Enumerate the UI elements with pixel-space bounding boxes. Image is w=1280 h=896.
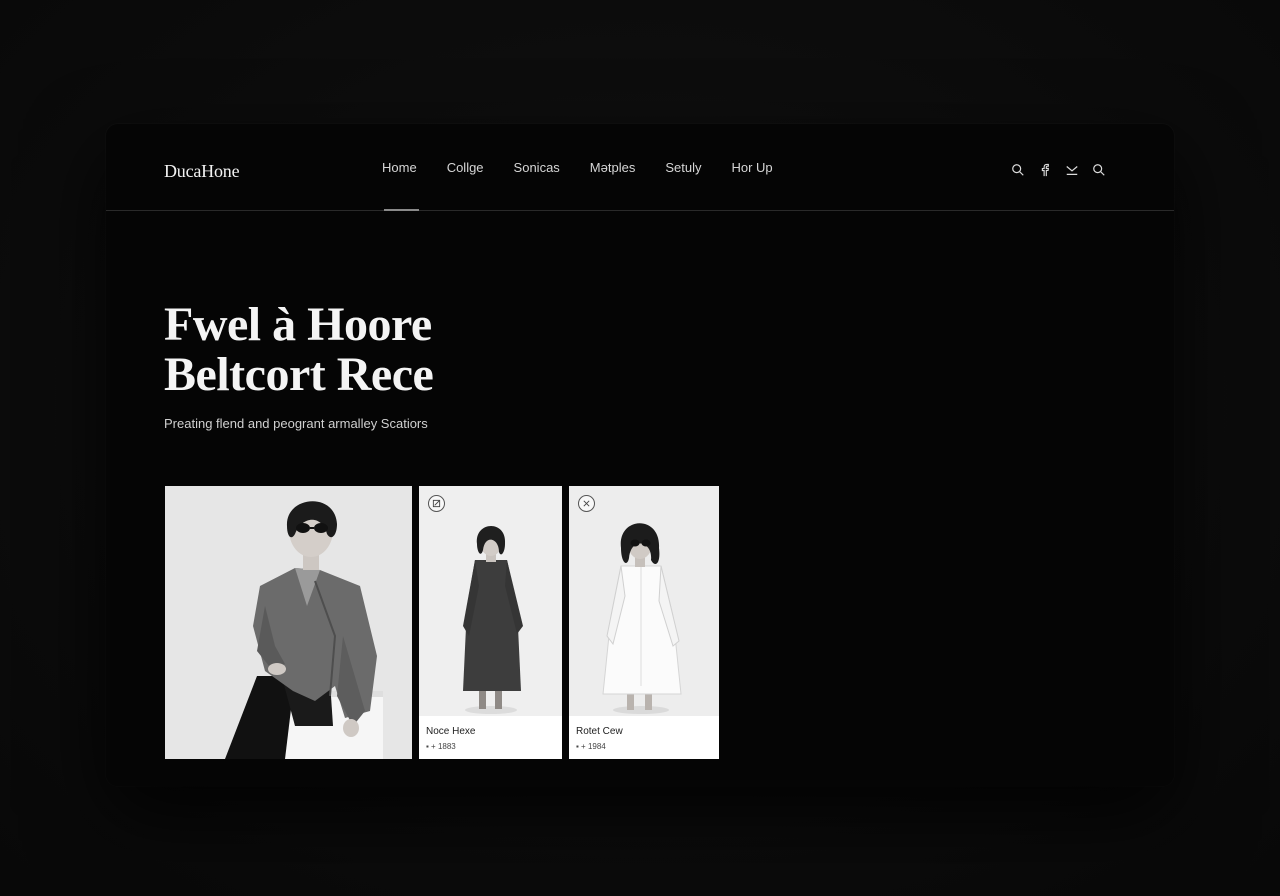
gallery-card-featured[interactable] [165,486,412,759]
edit-icon[interactable] [428,495,445,512]
model-photo [419,486,562,716]
gallery-card-product[interactable]: Noce Hexe ▪ + 1883 [419,486,562,759]
model-photo [165,486,412,759]
nav-item-metples[interactable]: Mətples [575,124,651,211]
facebook-icon[interactable] [1037,162,1052,177]
product-meta: ▪ + 1984 [576,742,606,751]
desktop-backdrop: DucaHone Home Collge Sonicas Mətples Set… [0,0,1280,896]
hero-subtitle: Preating flend and peogrant armalley Sca… [164,416,428,431]
hero-title-line-1: Fwel à Hoore [164,298,432,351]
brand-logo[interactable]: DucaHone [164,161,240,182]
mail-icon[interactable] [1064,162,1079,177]
product-name: Rotet Cew [576,726,623,737]
main-nav: Home Collge Sonicas Mətples Setuly Hor U… [382,124,788,211]
gallery-card-product[interactable]: Rotet Cew ▪ + 1984 [569,486,719,759]
card-caption: Noce Hexe ▪ + 1883 [419,716,562,759]
product-name: Noce Hexe [426,726,476,737]
close-icon[interactable] [578,495,595,512]
top-navbar: DucaHone Home Collge Sonicas Mətples Set… [106,124,1174,211]
card-caption: Rotet Cew ▪ + 1984 [569,716,719,759]
search-icon[interactable] [1010,162,1025,177]
nav-item-collge[interactable]: Collge [432,124,499,211]
nav-item-sonicas[interactable]: Sonicas [499,124,575,211]
model-photo [569,486,719,716]
nav-icon-group [1010,162,1106,177]
hero-title-line-2: Beltcort Rece [164,348,434,401]
nav-item-hor-up[interactable]: Hor Up [716,124,787,211]
search-icon[interactable] [1091,162,1106,177]
nav-item-home[interactable]: Home [382,124,432,211]
nav-item-setuly[interactable]: Setuly [650,124,716,211]
hero-title: Fwel à Hoore Beltcort Rece [164,298,434,401]
product-meta: ▪ + 1883 [426,742,456,751]
browser-window: DucaHone Home Collge Sonicas Mətples Set… [106,124,1174,786]
